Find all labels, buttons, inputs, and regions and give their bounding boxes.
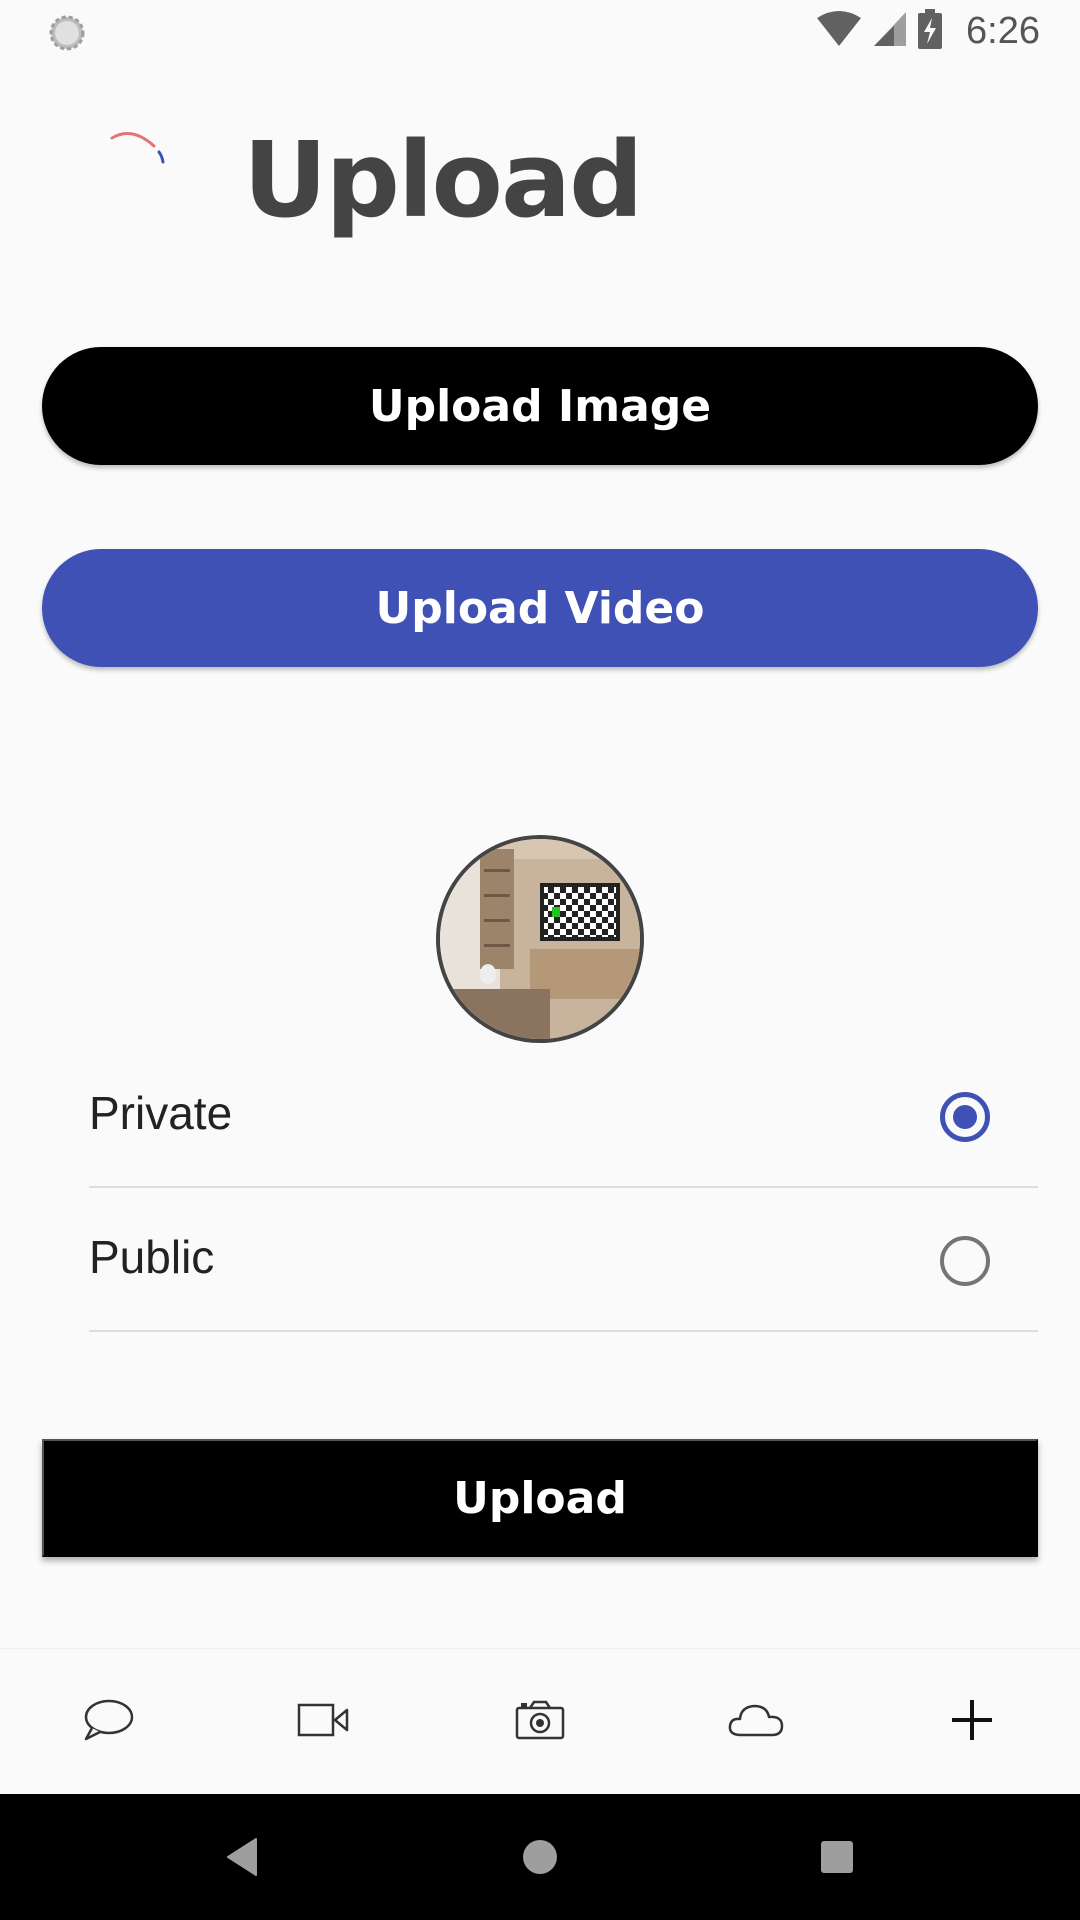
- public-radio[interactable]: [940, 1236, 990, 1286]
- status-icons: 6:26: [816, 0, 1040, 63]
- nav-add[interactable]: [864, 1649, 1080, 1795]
- upload-screen: 6:26 Upload Upload Image Upload Video Pr…: [0, 0, 1080, 1920]
- wifi-icon: [816, 10, 862, 53]
- page-title: Upload: [243, 119, 644, 241]
- upload-button[interactable]: Upload: [42, 1439, 1038, 1557]
- nav-chat[interactable]: [0, 1649, 216, 1795]
- cloud-icon: [727, 1701, 785, 1744]
- nav-cloud[interactable]: [648, 1649, 864, 1795]
- recents-icon[interactable]: [777, 1794, 897, 1920]
- status-bar: 6:26: [0, 0, 1080, 63]
- add-icon: [950, 1698, 994, 1747]
- home-icon[interactable]: [480, 1794, 600, 1920]
- system-navigation-bar: [0, 1794, 1080, 1920]
- bottom-navigation: [0, 1648, 1080, 1795]
- upload-video-button[interactable]: Upload Video: [42, 549, 1038, 667]
- private-radio[interactable]: [940, 1092, 990, 1142]
- progress-spinner-icon: [108, 128, 180, 200]
- camera-icon: [515, 1700, 565, 1745]
- status-time: 6:26: [966, 10, 1040, 52]
- public-label: Public: [89, 1231, 215, 1283]
- nav-camera[interactable]: [432, 1649, 648, 1795]
- visibility-option-public[interactable]: Public: [89, 1188, 1038, 1332]
- radio-selected-dot: [953, 1105, 977, 1129]
- battery-charging-icon: [918, 9, 943, 54]
- cell-signal-icon: [872, 10, 908, 53]
- video-thumbnail: [436, 835, 644, 1043]
- upload-image-button[interactable]: Upload Image: [42, 347, 1038, 465]
- nav-video[interactable]: [216, 1649, 432, 1795]
- back-icon[interactable]: [182, 1794, 302, 1920]
- video-camera-icon: [297, 1702, 351, 1743]
- private-label: Private: [89, 1087, 233, 1139]
- visibility-option-private[interactable]: Private: [89, 1044, 1038, 1188]
- chat-icon: [82, 1698, 134, 1747]
- loading-indicator-icon: [48, 14, 86, 52]
